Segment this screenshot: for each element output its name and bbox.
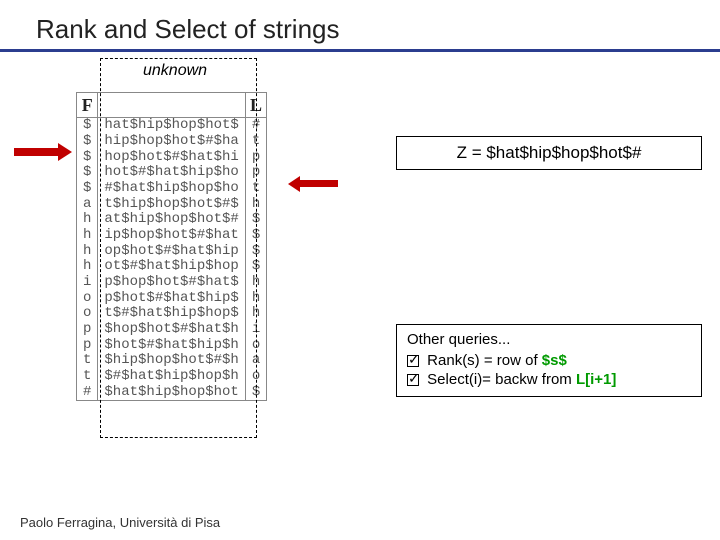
cell-l: # bbox=[245, 118, 266, 134]
table-row: ip$hop$hot$#$hat$h bbox=[77, 275, 266, 291]
check-icon bbox=[407, 355, 419, 367]
cell-mid: ot$#$hat$hip$hop bbox=[98, 259, 245, 275]
select-suffix: L[i+1] bbox=[576, 371, 616, 388]
title-underline bbox=[0, 49, 720, 52]
cell-mid: $hip$hop$hot$#$h bbox=[98, 353, 245, 369]
queries-heading: Other queries... bbox=[407, 331, 691, 348]
cell-f: i bbox=[77, 275, 98, 291]
cell-mid: $#$hat$hip$hop$h bbox=[98, 369, 245, 385]
cell-l: $ bbox=[245, 259, 266, 275]
cell-mid: at$hip$hop$hot$# bbox=[98, 212, 245, 228]
cell-f: h bbox=[77, 228, 98, 244]
rank-suffix: $s$ bbox=[542, 352, 567, 369]
cell-f: $ bbox=[77, 165, 98, 181]
cell-f: $ bbox=[77, 150, 98, 166]
cell-f: a bbox=[77, 197, 98, 213]
cell-mid: $hop$hot$#$hat$h bbox=[98, 322, 245, 338]
cell-l: h bbox=[245, 306, 266, 322]
cell-mid: p$hop$hot$#$hat$ bbox=[98, 275, 245, 291]
z-equation: Z = $hat$hip$hop$hot$# bbox=[396, 136, 702, 170]
table-row: $hip$hop$hot$#$hat bbox=[77, 134, 266, 150]
cell-l: h bbox=[245, 197, 266, 213]
check-icon bbox=[407, 374, 419, 386]
cell-mid: hat$hip$hop$hot$ bbox=[98, 118, 245, 134]
page-title: Rank and Select of strings bbox=[0, 0, 720, 49]
table-row: p$hot$#$hat$hip$ho bbox=[77, 338, 266, 354]
cell-mid: $hat$hip$hop$hot bbox=[98, 385, 245, 401]
table-row: #$hat$hip$hop$hot$ bbox=[77, 385, 266, 401]
cell-f: h bbox=[77, 244, 98, 260]
bwt-table: F L $hat$hip$hop$hot$#$hip$hop$hot$#$hat… bbox=[76, 92, 267, 401]
table-row: hop$hot$#$hat$hip$ bbox=[77, 244, 266, 260]
cell-f: $ bbox=[77, 181, 98, 197]
table-row: $hat$hip$hop$hot$# bbox=[77, 118, 266, 134]
cell-l: p bbox=[245, 150, 266, 166]
rank-text: Rank(s) = row of bbox=[427, 352, 542, 369]
table-row: t$hip$hop$hot$#$ha bbox=[77, 353, 266, 369]
table-row: at$hip$hop$hot$#$h bbox=[77, 197, 266, 213]
cell-f: h bbox=[77, 259, 98, 275]
select-text: Select(i)= backw from bbox=[427, 371, 576, 388]
cell-f: # bbox=[77, 385, 98, 401]
cell-mid: t$hip$hop$hot$#$ bbox=[98, 197, 245, 213]
unknown-label: unknown bbox=[143, 62, 207, 80]
cell-l: o bbox=[245, 369, 266, 385]
table-row: p$hop$hot$#$hat$hi bbox=[77, 322, 266, 338]
cell-f: p bbox=[77, 322, 98, 338]
cell-f: h bbox=[77, 212, 98, 228]
cell-l: $ bbox=[245, 244, 266, 260]
header-f: F bbox=[77, 93, 98, 118]
cell-mid: op$hot$#$hat$hip bbox=[98, 244, 245, 260]
cell-mid: p$hot$#$hat$hip$ bbox=[98, 291, 245, 307]
cell-f: t bbox=[77, 353, 98, 369]
cell-l: $ bbox=[245, 212, 266, 228]
table-row: hip$hop$hot$#$hat$ bbox=[77, 228, 266, 244]
cell-l: a bbox=[245, 353, 266, 369]
cell-mid: $hot$#$hat$hip$h bbox=[98, 338, 245, 354]
cell-mid: hot$#$hat$hip$ho bbox=[98, 165, 245, 181]
table-row: $hop$hot$#$hat$hip bbox=[77, 150, 266, 166]
table-row: hot$#$hat$hip$hop$ bbox=[77, 259, 266, 275]
cell-l: $ bbox=[245, 228, 266, 244]
queries-box: Other queries... Rank(s) = row of $s$ Se… bbox=[396, 324, 702, 397]
table-row: $hot$#$hat$hip$hop bbox=[77, 165, 266, 181]
cell-mid: hip$hop$hot$#$ha bbox=[98, 134, 245, 150]
cell-l: $ bbox=[245, 385, 266, 401]
cell-l: p bbox=[245, 165, 266, 181]
cell-mid: hop$hot$#$hat$hi bbox=[98, 150, 245, 166]
cell-l: o bbox=[245, 338, 266, 354]
rank-item: Rank(s) = row of $s$ bbox=[407, 352, 691, 369]
cell-l: i bbox=[245, 322, 266, 338]
cell-f: p bbox=[77, 338, 98, 354]
table-row: $#$hat$hip$hop$hot bbox=[77, 181, 266, 197]
cell-l: t bbox=[245, 134, 266, 150]
cell-f: o bbox=[77, 291, 98, 307]
cell-f: t bbox=[77, 369, 98, 385]
table-row: op$hot$#$hat$hip$h bbox=[77, 291, 266, 307]
cell-mid: t$#$hat$hip$hop$ bbox=[98, 306, 245, 322]
cell-mid: #$hat$hip$hop$ho bbox=[98, 181, 245, 197]
header-mid bbox=[98, 93, 245, 118]
table-row: t$#$hat$hip$hop$ho bbox=[77, 369, 266, 385]
cell-l: h bbox=[245, 275, 266, 291]
footer: Paolo Ferragina, Università di Pisa bbox=[20, 515, 220, 530]
cell-mid: ip$hop$hot$#$hat bbox=[98, 228, 245, 244]
cell-f: o bbox=[77, 306, 98, 322]
table-row: hat$hip$hop$hot$#$ bbox=[77, 212, 266, 228]
header-l: L bbox=[245, 93, 266, 118]
select-item: Select(i)= backw from L[i+1] bbox=[407, 371, 691, 388]
cell-f: $ bbox=[77, 134, 98, 150]
cell-l: t bbox=[245, 181, 266, 197]
cell-f: $ bbox=[77, 118, 98, 134]
cell-l: h bbox=[245, 291, 266, 307]
table-row: ot$#$hat$hip$hop$h bbox=[77, 306, 266, 322]
